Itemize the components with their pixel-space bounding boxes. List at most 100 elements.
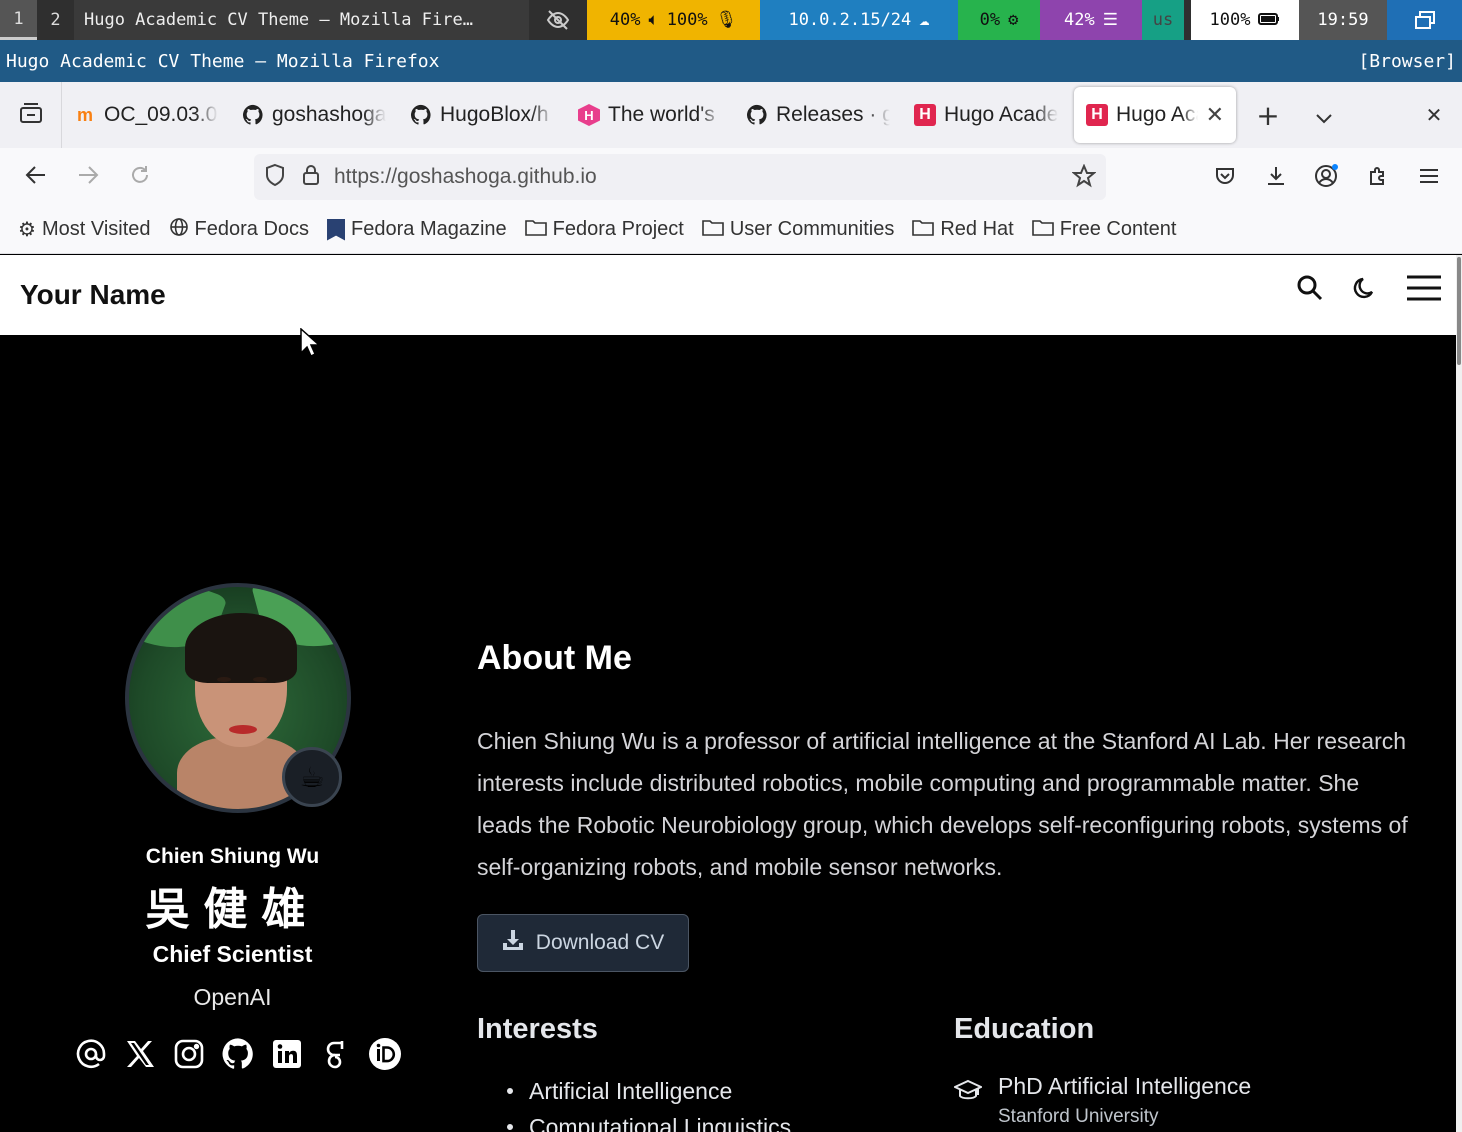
bookmark-label: Most Visited <box>41 218 151 240</box>
tab-label: Hugo Acade <box>944 103 1058 126</box>
audio-indicator[interactable]: 40% 🔈︎ 100% 🎙︎ <box>587 0 760 40</box>
interests-title: Interests <box>477 1013 598 1045</box>
app-menu-button[interactable] <box>1403 152 1454 204</box>
back-button[interactable] <box>10 151 62 203</box>
microphone-icon: 🎙︎ <box>715 10 738 30</box>
bookmark-free-content[interactable]: Free Content <box>1031 218 1177 242</box>
bookmark-fedora-project[interactable]: Fedora Project <box>524 218 684 242</box>
lock-icon[interactable] <box>302 164 320 190</box>
downloads-button[interactable] <box>1250 152 1301 204</box>
google-scholar-icon[interactable] <box>319 1037 353 1071</box>
system-status-bar: 1 2 Hugo Academic CV Theme — Mozilla Fir… <box>0 0 1462 40</box>
focused-window-title: Hugo Academic CV Theme — Mozilla Fire… <box>74 0 529 40</box>
chevron-down-icon <box>1315 99 1333 132</box>
site-brand[interactable]: Your Name <box>20 279 166 311</box>
tray-windows-icon[interactable] <box>1387 0 1462 40</box>
moon-icon[interactable] <box>1352 275 1378 305</box>
bookmark-most-visited[interactable]: ⚙ Most Visited <box>18 217 151 242</box>
hamburger-menu-icon[interactable] <box>1406 273 1442 307</box>
hamburger-icon <box>1419 167 1439 189</box>
window-title-bar: Hugo Academic CV Theme — Mozilla Firefox… <box>0 40 1462 82</box>
battery-indicator[interactable]: 100% <box>1191 0 1299 40</box>
tab-strip: m OC_09.03.0 goshashoga HugoBlox/h H The… <box>0 82 1462 148</box>
clock[interactable]: 19:59 <box>1299 0 1387 40</box>
profile-organization[interactable]: OpenAI <box>100 984 365 1011</box>
hugo-icon: H <box>914 104 936 126</box>
workspace-2[interactable]: 2 <box>37 0 74 40</box>
bookmark-fedora-magazine[interactable]: Fedora Magazine <box>327 218 507 241</box>
avatar-lips <box>229 725 257 734</box>
reload-button[interactable] <box>114 151 166 203</box>
github-icon <box>242 104 264 126</box>
toolbar-right <box>1199 152 1454 204</box>
tab-moodle[interactable]: m OC_09.03.0 <box>62 87 230 143</box>
close-icon: ✕ <box>1425 103 1443 127</box>
network-indicator[interactable]: 10.0.2.15/24 ☁︎ <box>760 0 958 40</box>
instagram-icon[interactable] <box>172 1037 206 1071</box>
extensions-button[interactable] <box>1352 152 1403 204</box>
mouse-cursor-icon <box>300 327 321 362</box>
web-page: Your Name ☕ Chien Shiung Wu 吳健雄 Chief Sc… <box>0 255 1462 1132</box>
tab-github-releases[interactable]: Releases · g <box>734 87 902 143</box>
close-icon[interactable]: ✕ <box>1206 102 1224 128</box>
memory-indicator[interactable]: 42% ☰ <box>1040 0 1142 40</box>
moodle-icon: m <box>76 104 93 125</box>
folder-icon <box>1031 218 1054 242</box>
workspace-1[interactable]: 1 <box>0 0 37 40</box>
x-icon[interactable] <box>123 1037 157 1071</box>
hugoblox-icon: H <box>578 104 600 126</box>
close-window-button[interactable]: ✕ <box>1406 87 1462 143</box>
tab-hugoblox-site[interactable]: H The world's <box>566 87 734 143</box>
tab-hugo-academic-active[interactable]: H Hugo Aca ✕ <box>1074 87 1236 143</box>
education-details: PhD Artificial Intelligence Stanford Uni… <box>998 1073 1251 1128</box>
plus-icon: + <box>1256 98 1280 132</box>
profile-name-chinese: 吳健雄 <box>145 884 320 935</box>
cpu-indicator[interactable]: 0% ⚙︎ <box>958 0 1040 40</box>
navigation-bar: https://goshashoga.github.io <box>0 148 1462 206</box>
page-scrollbar[interactable] <box>1456 255 1462 1132</box>
volume-level: 40% <box>609 10 641 30</box>
bookmark-label: Free Content <box>1059 218 1177 240</box>
graduation-cap-icon <box>952 1079 984 1128</box>
email-icon[interactable] <box>74 1037 108 1071</box>
window-tag: [Browser] <box>1358 50 1456 72</box>
search-icon[interactable] <box>1296 274 1324 306</box>
github-icon[interactable] <box>221 1037 255 1071</box>
eye-off-icon[interactable] <box>529 0 587 40</box>
url-text[interactable]: https://goshashoga.github.io <box>334 165 597 189</box>
bookmark-label: Fedora Docs <box>194 218 310 240</box>
bookmark-fedora-docs[interactable]: Fedora Docs <box>169 217 310 243</box>
cpu-usage: 0% <box>979 10 1001 30</box>
tab-github-goshashoga[interactable]: goshashoga <box>230 87 398 143</box>
list-all-tabs-button[interactable] <box>1296 87 1352 143</box>
bookmark-red-hat[interactable]: Red Hat <box>912 218 1014 242</box>
forward-button[interactable] <box>62 151 114 203</box>
shield-icon[interactable] <box>264 163 286 191</box>
status-emoji-badge: ☕ <box>282 747 342 807</box>
speaker-icon: 🔈︎ <box>648 10 659 30</box>
star-icon[interactable] <box>1071 163 1097 192</box>
site-tools <box>1296 273 1442 307</box>
scrollbar-thumb[interactable] <box>1457 257 1461 365</box>
tab-github-hugoblox[interactable]: HugoBlox/h <box>398 87 566 143</box>
social-links <box>74 1037 402 1071</box>
firefox-view-button[interactable] <box>0 82 62 148</box>
battery-level: 100% <box>1209 10 1251 30</box>
bookmark-label: Fedora Project <box>552 218 684 240</box>
bookmark-label: User Communities <box>729 218 895 240</box>
keyboard-layout[interactable]: us <box>1142 0 1184 40</box>
account-button[interactable] <box>1301 152 1352 204</box>
status-spacer <box>1184 0 1191 40</box>
tab-hugo-academic-1[interactable]: H Hugo Acade <box>902 87 1070 143</box>
linkedin-icon[interactable] <box>270 1037 304 1071</box>
download-cv-button[interactable]: Download CV <box>477 914 689 972</box>
firefox-view-icon <box>19 102 43 128</box>
avatar-eye <box>217 677 231 682</box>
new-tab-button[interactable]: + <box>1240 87 1296 143</box>
pocket-button[interactable] <box>1199 152 1250 204</box>
bookmark-user-communities[interactable]: User Communities <box>702 218 894 242</box>
url-bar[interactable]: https://goshashoga.github.io <box>254 154 1106 200</box>
arrow-left-icon <box>25 165 47 189</box>
orcid-icon[interactable] <box>368 1037 402 1071</box>
profile-role: Chief Scientist <box>152 941 313 967</box>
